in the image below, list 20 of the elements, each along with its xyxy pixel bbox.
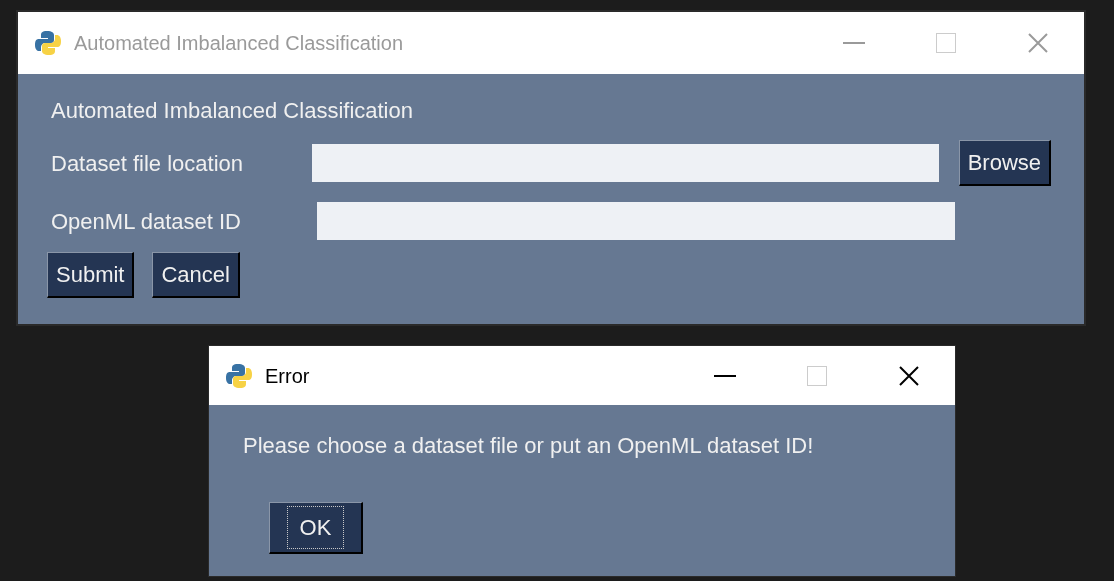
action-button[interactable]: Cancel <box>152 252 240 298</box>
close-icon <box>1028 33 1048 53</box>
field-label: Dataset file location <box>51 149 244 178</box>
action-button[interactable]: Submit <box>47 252 135 298</box>
maximize-icon <box>807 365 827 386</box>
window-title: Error <box>265 363 310 389</box>
python-logo-icon <box>225 361 253 390</box>
close-icon <box>899 365 919 386</box>
python-logo-icon <box>34 29 62 57</box>
ok-button[interactable]: OK <box>269 502 363 554</box>
error-message: Please choose a dataset file or put an OpenML dataset ID! <box>243 432 815 460</box>
browse-button[interactable]: Browse <box>958 140 1051 186</box>
maximize-icon <box>936 33 956 53</box>
app-heading: Automated Imbalanced Classification <box>51 97 414 125</box>
window-title: Automated Imbalanced Classification <box>74 31 404 56</box>
minimize-icon <box>714 374 736 377</box>
text-input[interactable] <box>312 144 939 182</box>
field-label: OpenML dataset ID <box>51 207 242 236</box>
text-input[interactable] <box>317 202 955 240</box>
minimize-icon <box>843 42 865 44</box>
